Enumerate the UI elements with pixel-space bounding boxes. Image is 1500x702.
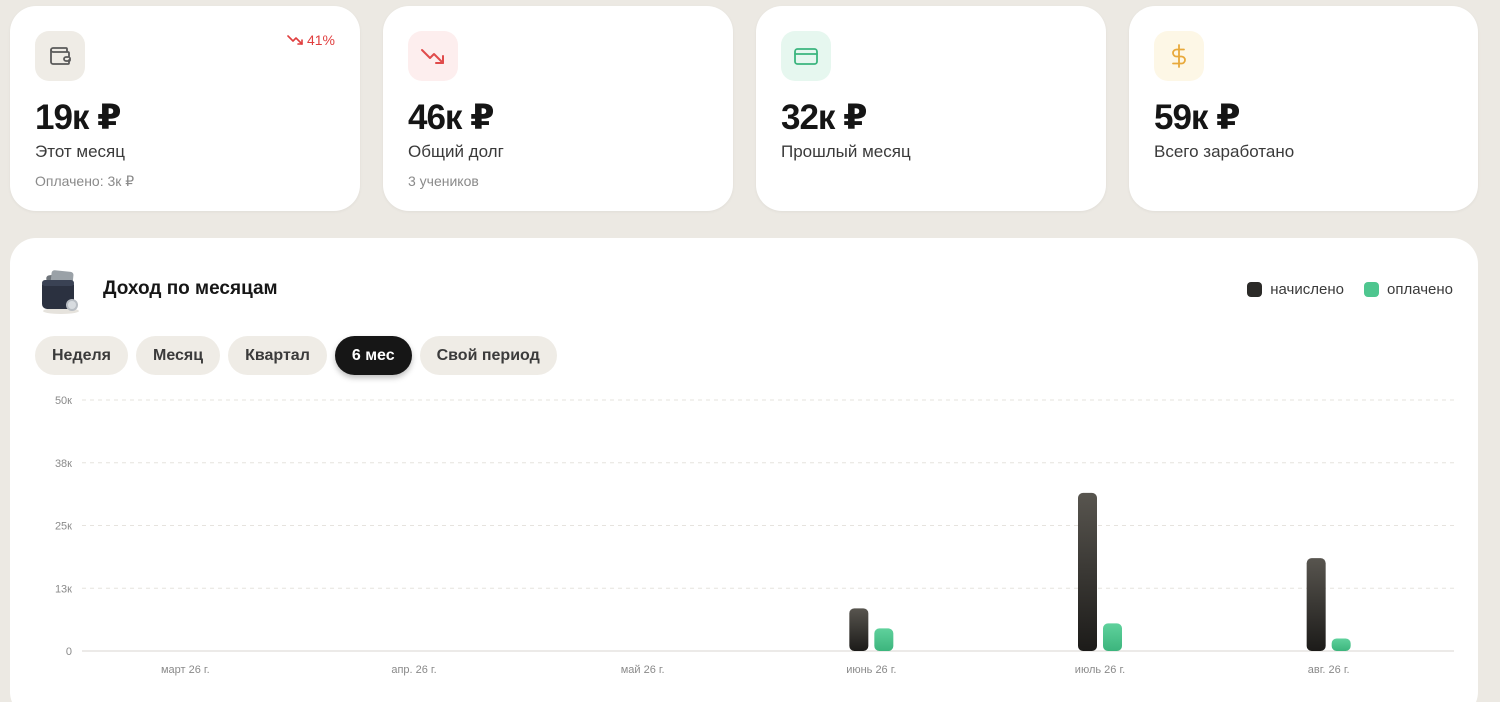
stat-label: Общий долг	[408, 142, 504, 161]
stat-label: Всего заработано	[1154, 142, 1295, 161]
stat-value: 59к ₽	[1154, 98, 1241, 137]
chart-bars	[849, 492, 1351, 651]
stat-value: 32к ₽	[781, 98, 868, 137]
bar-paid[interactable]	[1331, 638, 1351, 651]
stat-label: Этот месяц	[35, 142, 125, 161]
bar-paid[interactable]	[874, 628, 894, 651]
trending-down-icon	[408, 31, 458, 81]
income-panel: Доход по месяцам начислено оплачено Неде…	[10, 238, 1478, 702]
stat-card-total-debt: 46к ₽ Общий долг 3 учеников	[383, 6, 733, 211]
dollar-icon	[1154, 31, 1204, 81]
y-tick-label: 13к	[55, 583, 72, 595]
trend-badge: 41%	[287, 32, 335, 48]
y-tick-label: 50к	[55, 395, 72, 407]
bar-charged[interactable]	[849, 608, 869, 651]
trend-value: 41%	[306, 32, 335, 48]
y-tick-label: 0	[66, 646, 72, 658]
x-tick-label: июнь 26 г.	[846, 664, 896, 676]
x-tick-label: март 26 г.	[161, 664, 210, 676]
bar-paid[interactable]	[1103, 623, 1122, 651]
bar-charged[interactable]	[1078, 492, 1097, 651]
chart-labels: 0 13к 25к 38к 50к март 26 г. апр. 26 г. май 26 …	[55, 395, 1350, 676]
x-tick-label: авг. 26 г.	[1308, 664, 1350, 676]
chart-grid	[82, 399, 1454, 652]
stat-value: 46к ₽	[408, 98, 495, 137]
y-tick-label: 25к	[55, 521, 72, 533]
stat-label: Прошлый месяц	[781, 142, 911, 161]
stat-card-this-month: 41% 19к ₽ Этот месяц Оплачено: 3к ₽	[10, 6, 360, 211]
bar-charged[interactable]	[1306, 558, 1326, 651]
trend-down-icon	[287, 35, 303, 45]
x-tick-label: апр. 26 г.	[391, 664, 436, 676]
stat-card-total-earned: 59к ₽ Всего заработано	[1129, 6, 1478, 211]
stat-sub: 3 учеников	[408, 173, 479, 189]
x-tick-label: июль 26 г.	[1075, 664, 1125, 676]
y-tick-label: 38к	[55, 458, 72, 470]
stat-sub: Оплачено: 3к ₽	[35, 173, 135, 189]
credit-card-icon	[781, 31, 831, 81]
stat-value: 19к ₽	[35, 98, 122, 137]
wallet-icon	[35, 31, 85, 81]
stat-card-last-month: 32к ₽ Прошлый месяц	[756, 6, 1106, 211]
income-bar-chart: 0 13к 25к 38к 50к март 26 г. апр. 26 г. май 26 …	[55, 395, 1454, 676]
x-tick-label: май 26 г.	[621, 664, 665, 676]
